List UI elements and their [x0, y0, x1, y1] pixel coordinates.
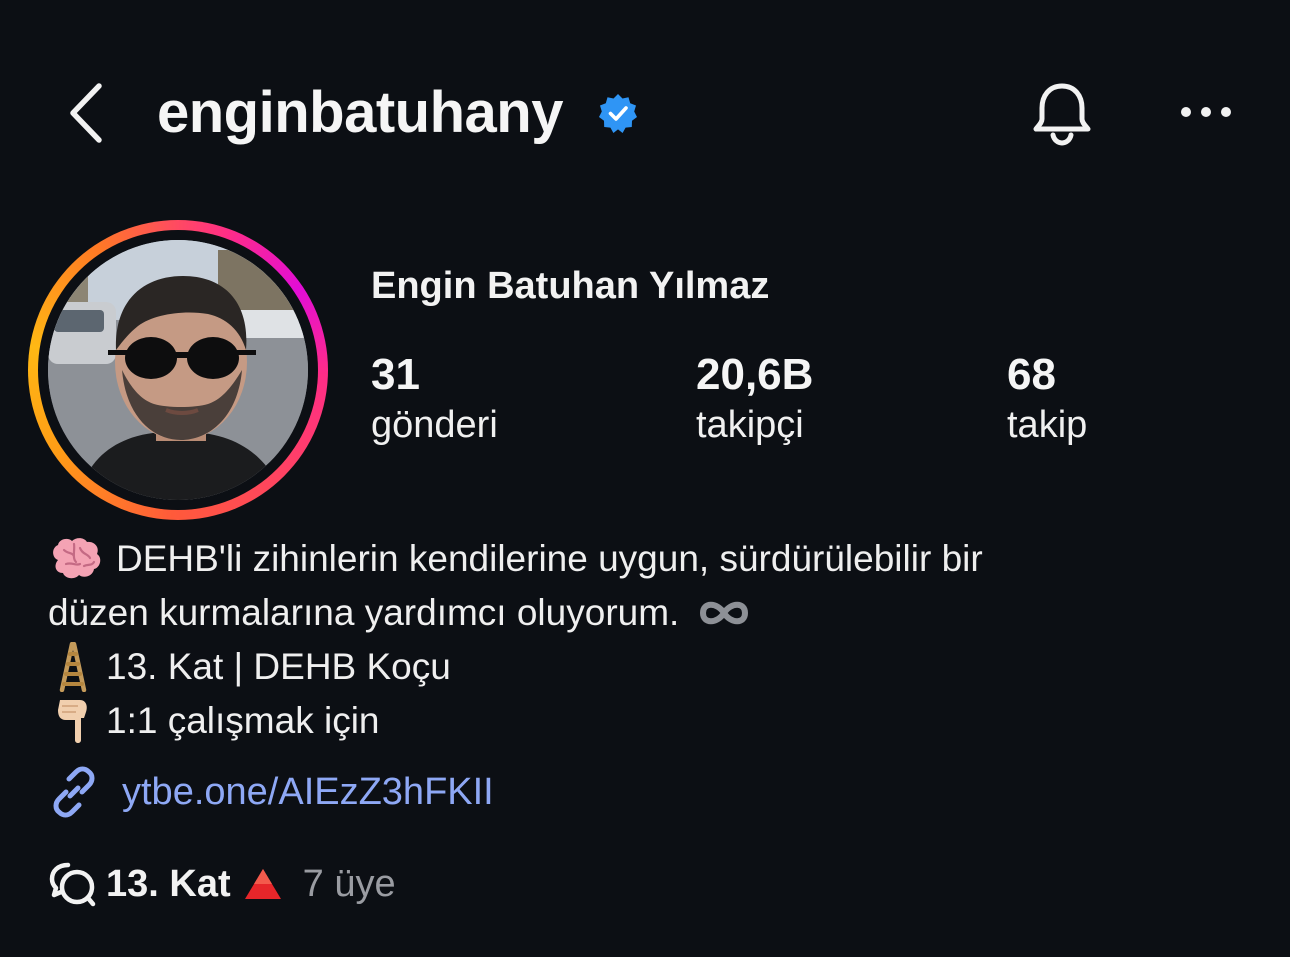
channel-member-count: 7 üye [302, 862, 396, 905]
profile-full-name: Engin Batuhan Yılmaz [371, 265, 770, 307]
bio-line-2-text: düzen kurmalarına yardımcı oluyorum. [48, 592, 680, 633]
channel-name: 13. Kat [106, 862, 231, 905]
bio-line-2: düzen kurmalarına yardımcı oluyorum. [48, 586, 1248, 640]
ladder-emoji-icon [59, 642, 87, 692]
bio-line-3-text: 13. Kat | DEHB Koçu [106, 646, 451, 687]
broadcast-channel[interactable]: 13. Kat 7 üye [48, 856, 396, 912]
avatar-story-ring[interactable] [28, 220, 328, 520]
bio-line-3: 13. Kat | DEHB Koçu [48, 640, 1248, 694]
stat-following-label: takip [1007, 404, 1088, 446]
stat-following-count: 68 [1007, 350, 1056, 399]
stat-followers-label: takipçi [696, 404, 804, 446]
avatar-photo-illustration [48, 240, 308, 500]
more-options-button[interactable] [1172, 92, 1240, 132]
stat-followers[interactable]: 20,6B takipçi [696, 348, 813, 448]
stat-followers-count: 20,6B [696, 350, 814, 399]
bio-line-1: DEHB'li zihinlerin kendilerine uygun, sü… [48, 532, 1248, 586]
back-button[interactable] [58, 78, 114, 148]
bio-link-text[interactable]: ytbe.one/AIEzZ3hFKII [122, 771, 494, 814]
verified-badge-icon [599, 94, 637, 133]
broadcast-channel-icon [49, 862, 96, 907]
profile-bio: DEHB'li zihinlerin kendilerine uygun, sü… [48, 532, 1248, 748]
stat-posts-count: 31 [371, 350, 420, 399]
avatar [48, 240, 308, 500]
bell-icon [1033, 83, 1091, 146]
brain-emoji-icon [53, 538, 101, 579]
link-icon [53, 766, 95, 818]
profile-username: enginbatuhany [157, 80, 563, 145]
more-horizontal-icon [1181, 107, 1231, 117]
pointing-down-emoji-icon [58, 700, 87, 743]
bio-link[interactable]: ytbe.one/AIEzZ3hFKII [48, 762, 494, 822]
stat-following[interactable]: 68 takip [1007, 348, 1087, 448]
stat-posts[interactable]: 31 gönderi [371, 348, 498, 448]
bio-line-4: 1:1 çalışmak için [48, 694, 1248, 748]
bio-line-4-text: 1:1 çalışmak için [106, 700, 380, 741]
stat-posts-label: gönderi [371, 404, 498, 446]
red-triangle-emoji-icon [244, 869, 281, 899]
chevron-left-icon [70, 83, 102, 143]
profile-page: enginbatuhany Engin Batuhan Yılmaz 31 gö… [0, 0, 1290, 957]
infinity-emoji-icon [700, 601, 749, 625]
bio-line-1-text: DEHB'li zihinlerin kendilerine uygun, sü… [116, 538, 983, 579]
notifications-button[interactable] [1026, 78, 1098, 150]
